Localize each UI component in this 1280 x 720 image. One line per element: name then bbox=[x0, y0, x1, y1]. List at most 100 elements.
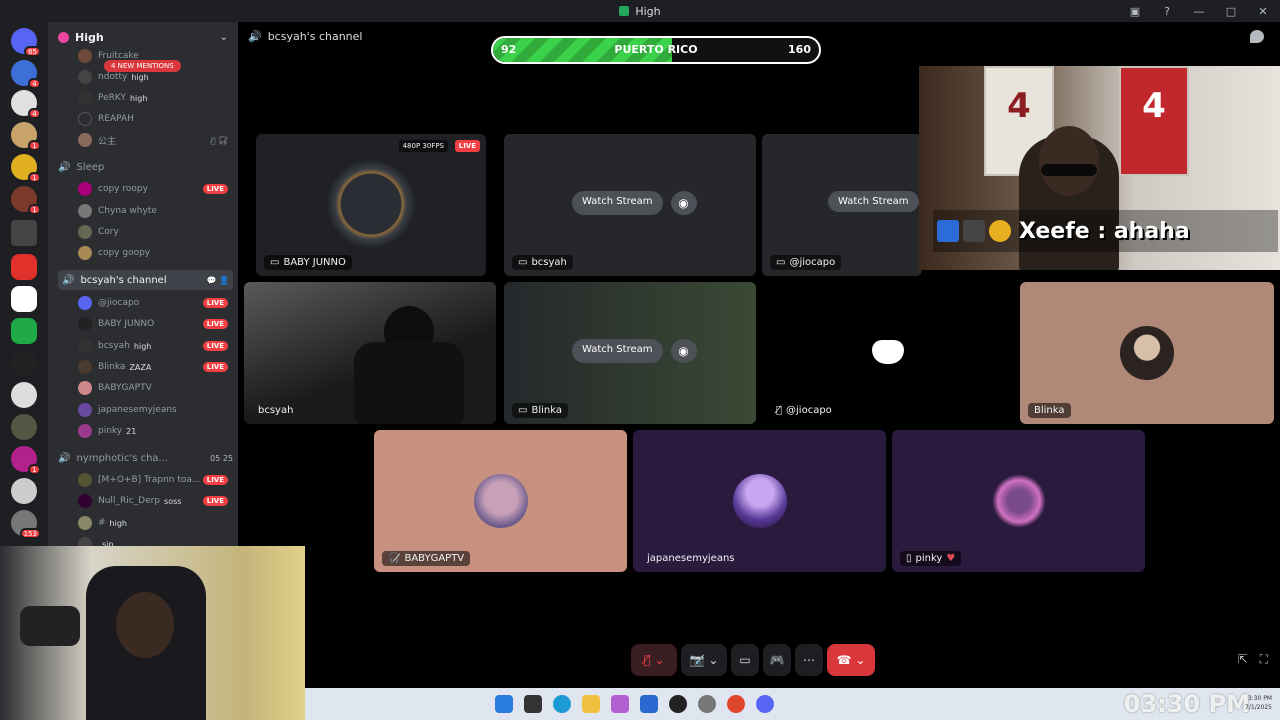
server-icon[interactable] bbox=[11, 254, 37, 280]
voice-user[interactable]: BABY JUNNO LIVE bbox=[78, 314, 228, 334]
server-icon[interactable]: 4 bbox=[11, 60, 41, 89]
voice-tile-blinka[interactable]: Blinka bbox=[1020, 282, 1274, 424]
activity-button[interactable]: 🎮 bbox=[763, 644, 791, 676]
maximize-button[interactable]: □ bbox=[1222, 5, 1240, 18]
chat-message: Xeefe : ahaha bbox=[1019, 218, 1190, 244]
window-title: High bbox=[619, 4, 661, 18]
voice-channel-bcsyah[interactable]: 🔊 bcsyah's channel 💬 👤 bbox=[58, 270, 233, 290]
server-icon[interactable]: 1 bbox=[11, 186, 41, 215]
voice-user[interactable]: copy goopy bbox=[78, 243, 228, 263]
chevron-down-icon[interactable]: ⌄ bbox=[220, 32, 228, 43]
new-mentions-pill[interactable]: 4 NEW MENTIONS bbox=[104, 60, 181, 72]
voice-user[interactable]: Chyna whyte bbox=[78, 201, 228, 221]
high-server-icon[interactable] bbox=[11, 318, 37, 344]
camera-button[interactable]: 📷̸ ⌄ bbox=[681, 644, 727, 676]
user-status: high bbox=[129, 93, 148, 103]
server-name: High bbox=[75, 30, 104, 44]
camera-tile-bcsyah[interactable]: bcsyah bbox=[244, 282, 496, 424]
voice-channel-sleep[interactable]: 🔊 Sleep bbox=[58, 157, 233, 177]
stream-tile-jiocapo[interactable]: Watch Stream ▭ @jiocapo bbox=[762, 134, 922, 276]
muted-deafened-icon: 🎙̸ 🎧̸ bbox=[210, 135, 228, 145]
discord-icon[interactable] bbox=[756, 695, 774, 713]
copilot-icon[interactable] bbox=[611, 695, 629, 713]
server-icon[interactable]: 1 bbox=[11, 122, 41, 151]
preview-eye-icon[interactable]: ◉ bbox=[670, 339, 697, 363]
help-icon[interactable]: ? bbox=[1158, 5, 1176, 18]
voice-user[interactable]: 公主 🎙̸ 🎧̸ bbox=[78, 130, 228, 150]
edge-icon[interactable] bbox=[553, 695, 571, 713]
start-icon[interactable] bbox=[495, 695, 513, 713]
voice-user[interactable]: # high bbox=[78, 513, 228, 533]
app-icon[interactable] bbox=[669, 695, 687, 713]
voice-tile-pinky[interactable]: ▯ pinky ♥ bbox=[892, 430, 1145, 572]
task-view-icon[interactable] bbox=[524, 695, 542, 713]
minimize-button[interactable]: — bbox=[1190, 5, 1208, 18]
voice-user[interactable]: Null_Ric_Derp soss LIVE bbox=[78, 491, 228, 511]
server-icon[interactable] bbox=[11, 286, 37, 312]
unread-badge: 1 bbox=[28, 464, 41, 475]
speaker-icon: 🔊 bbox=[248, 30, 262, 43]
avatar bbox=[78, 296, 92, 310]
voice-user[interactable]: Cory bbox=[78, 222, 228, 242]
voice-user[interactable]: Blinka ZAZA LIVE bbox=[78, 357, 228, 377]
server-icon[interactable] bbox=[11, 478, 37, 504]
server-icon[interactable]: 4 bbox=[11, 90, 41, 119]
user-name: PeRKY bbox=[98, 93, 126, 103]
voice-user[interactable]: REAPAH bbox=[78, 109, 228, 129]
preview-eye-icon[interactable]: ◉ bbox=[670, 191, 697, 215]
store-icon[interactable] bbox=[640, 695, 658, 713]
chrome-icon[interactable] bbox=[727, 695, 745, 713]
voice-tile-jiocapo[interactable]: 🎙̸ @jiocapo bbox=[762, 282, 1014, 424]
jersey-number: 4 bbox=[1142, 86, 1166, 126]
server-icon[interactable]: 1 bbox=[11, 154, 41, 183]
system-tray-clock[interactable]: 3:30 PM 7/1/2025 bbox=[1245, 694, 1272, 712]
watch-stream-button[interactable]: Watch Stream bbox=[828, 191, 919, 212]
voice-channel-nymphotic[interactable]: 🔊 nymphotic's cha... 05 25 bbox=[58, 448, 233, 468]
mute-button[interactable]: 🎙̸ ⌄ bbox=[631, 644, 677, 676]
chat-and-invite-icon[interactable]: 💬 👤 bbox=[207, 276, 229, 285]
file-explorer-icon[interactable] bbox=[582, 695, 600, 713]
server-icon[interactable] bbox=[11, 414, 37, 440]
screen-share-button[interactable]: ▭ bbox=[731, 644, 759, 676]
score-title: PUERTO RICO bbox=[614, 43, 698, 56]
avatar bbox=[78, 516, 92, 530]
watch-stream-button[interactable]: Watch Stream bbox=[572, 339, 663, 363]
stream-tile-bcsyah[interactable]: Watch Stream ◉ ▭ bcsyah bbox=[504, 134, 756, 276]
window-title-text: High bbox=[635, 4, 661, 18]
voice-user[interactable]: copy roopy LIVE bbox=[78, 179, 228, 199]
stream-tile-baby-junno[interactable]: 480P 30FPS LIVE ▭ BABY JUNNO bbox=[256, 134, 486, 276]
voice-channel-label: Sleep bbox=[76, 161, 105, 173]
voice-tile-babygaptv[interactable]: 🎧̸ BABYGAPTV bbox=[374, 430, 627, 572]
discord-logo-icon bbox=[872, 340, 904, 364]
voice-user[interactable]: pinky 21 bbox=[78, 421, 228, 441]
voice-user[interactable]: bcsyah high LIVE bbox=[78, 336, 228, 356]
popout-icon[interactable]: ⇱ bbox=[1238, 652, 1248, 667]
fullscreen-icon[interactable]: ⛶ bbox=[1260, 652, 1268, 667]
inbox-icon[interactable]: ▣ bbox=[1126, 5, 1144, 18]
voice-user[interactable]: @jiocapo LIVE bbox=[78, 293, 228, 313]
rank-badge-icon bbox=[989, 220, 1011, 242]
tile-name: 🎙̸ @jiocapo bbox=[770, 403, 838, 418]
voice-user[interactable]: japanesemyjeans bbox=[78, 400, 228, 420]
voice-user[interactable]: PeRKY high bbox=[78, 88, 228, 108]
live-badge: LIVE bbox=[202, 475, 228, 485]
settings-icon[interactable] bbox=[698, 695, 716, 713]
more-options-button[interactable]: ⋯ bbox=[795, 644, 823, 676]
server-icon[interactable] bbox=[11, 382, 37, 408]
stream-tile-blinka[interactable]: Watch Stream ◉ ▭ Blinka bbox=[504, 282, 756, 424]
disconnect-button[interactable]: ☎ ⌄ bbox=[827, 644, 875, 676]
voice-tile-japanesemyjeans[interactable]: japanesemyjeans bbox=[633, 430, 886, 572]
server-icon[interactable] bbox=[11, 350, 37, 376]
screen-icon: ▭ bbox=[270, 257, 280, 268]
server-icon[interactable] bbox=[11, 220, 37, 246]
home-server-icon[interactable]: 65 bbox=[11, 28, 41, 57]
avatar bbox=[78, 91, 92, 105]
chat-icon[interactable] bbox=[1250, 30, 1264, 43]
server-icon[interactable]: 1 bbox=[11, 446, 41, 475]
server-icon[interactable]: 153 bbox=[11, 510, 41, 539]
voice-user[interactable]: [M+O+B] Trapnn toa... LIVE bbox=[78, 470, 228, 490]
voice-user[interactable]: BABYGAPTV bbox=[78, 378, 228, 398]
close-button[interactable]: ✕ bbox=[1254, 5, 1272, 18]
avatar bbox=[78, 133, 92, 147]
watch-stream-button[interactable]: Watch Stream bbox=[572, 191, 663, 215]
